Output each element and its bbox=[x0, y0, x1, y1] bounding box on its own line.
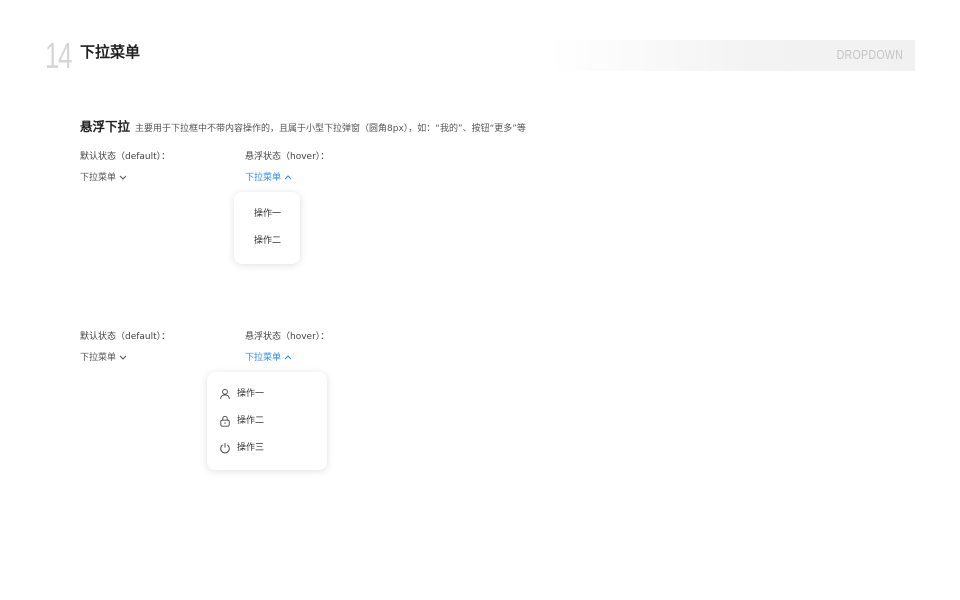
dropdown-menu-with-icons: 操作一 操作二 操作三 bbox=[207, 372, 327, 470]
english-title: DROPDOWN bbox=[836, 47, 903, 62]
page-title: 下拉菜单 bbox=[80, 43, 141, 61]
menu-item-action-two[interactable]: 操作二 bbox=[237, 415, 264, 427]
subsection-heading: 悬浮下拉 主要用于下拉框中不带内容操作的，且属于小型下拉弹窗（圆角8px），如：“… bbox=[80, 117, 526, 138]
chevron-down-icon bbox=[119, 175, 127, 180]
dropdown-trigger-label: 下拉菜单 bbox=[80, 173, 117, 183]
header-band: DROPDOWN bbox=[548, 40, 915, 71]
menu-item-action-one[interactable]: 操作一 bbox=[254, 208, 281, 220]
menu-item-action-two[interactable]: 操作二 bbox=[254, 235, 281, 247]
chevron-down-icon bbox=[119, 355, 127, 360]
power-icon bbox=[220, 442, 230, 454]
dropdown-trigger-default[interactable]: 下拉菜单 bbox=[80, 172, 127, 184]
default-state-label: 默认状态（default）： bbox=[80, 332, 171, 342]
dropdown-trigger-hover[interactable]: 下拉菜单 bbox=[245, 172, 292, 184]
default-state-label: 默认状态（default）： bbox=[80, 152, 171, 162]
subsection-description: 主要用于下拉框中不带内容操作的，且属于小型下拉弹窗（圆角8px），如：“我的”、… bbox=[135, 124, 526, 134]
section-number: 14 bbox=[45, 35, 72, 76]
chevron-up-icon bbox=[284, 175, 292, 180]
lock-icon bbox=[220, 415, 230, 427]
user-icon bbox=[220, 388, 230, 400]
hover-state-label: 悬浮状态（hover）： bbox=[245, 152, 330, 162]
menu-item-action-one[interactable]: 操作一 bbox=[237, 388, 264, 400]
menu-item-action-three[interactable]: 操作三 bbox=[237, 442, 264, 454]
hover-state-label: 悬浮状态（hover）： bbox=[245, 332, 330, 342]
dropdown-trigger-default[interactable]: 下拉菜单 bbox=[80, 352, 127, 364]
dropdown-trigger-label: 下拉菜单 bbox=[245, 353, 282, 363]
dropdown-trigger-label: 下拉菜单 bbox=[80, 353, 117, 363]
dropdown-trigger-hover[interactable]: 下拉菜单 bbox=[245, 352, 292, 364]
subsection-title: 悬浮下拉 bbox=[80, 119, 131, 134]
dropdown-trigger-label: 下拉菜单 bbox=[245, 173, 282, 183]
chevron-up-icon bbox=[284, 355, 292, 360]
dropdown-menu: 操作一 操作二 bbox=[234, 192, 300, 264]
